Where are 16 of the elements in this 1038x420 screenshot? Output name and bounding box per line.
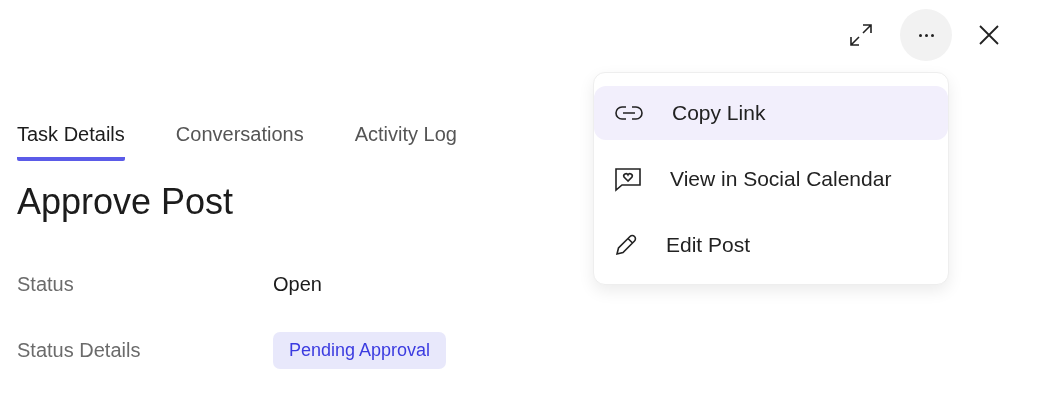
page-title: Approve Post [17,181,235,223]
link-icon [614,104,644,122]
status-badge: Pending Approval [273,331,447,369]
field-label: Status [17,272,75,296]
chat-heart-icon [614,166,642,192]
tab[interactable]: Activity Log [354,123,457,161]
menu-item[interactable]: View in Social Calendar [594,152,948,206]
pencil-icon [614,233,638,257]
menu-item[interactable]: Copy Link [594,86,948,140]
menu-item[interactable]: Edit Post [594,218,948,272]
expand-icon[interactable] [848,22,874,48]
field-value: Open [273,272,322,296]
field-label: Status Details [17,338,142,362]
tab[interactable]: Task Details [17,123,125,161]
close-icon[interactable] [978,24,1000,46]
tab[interactable]: Conversations [175,123,304,161]
